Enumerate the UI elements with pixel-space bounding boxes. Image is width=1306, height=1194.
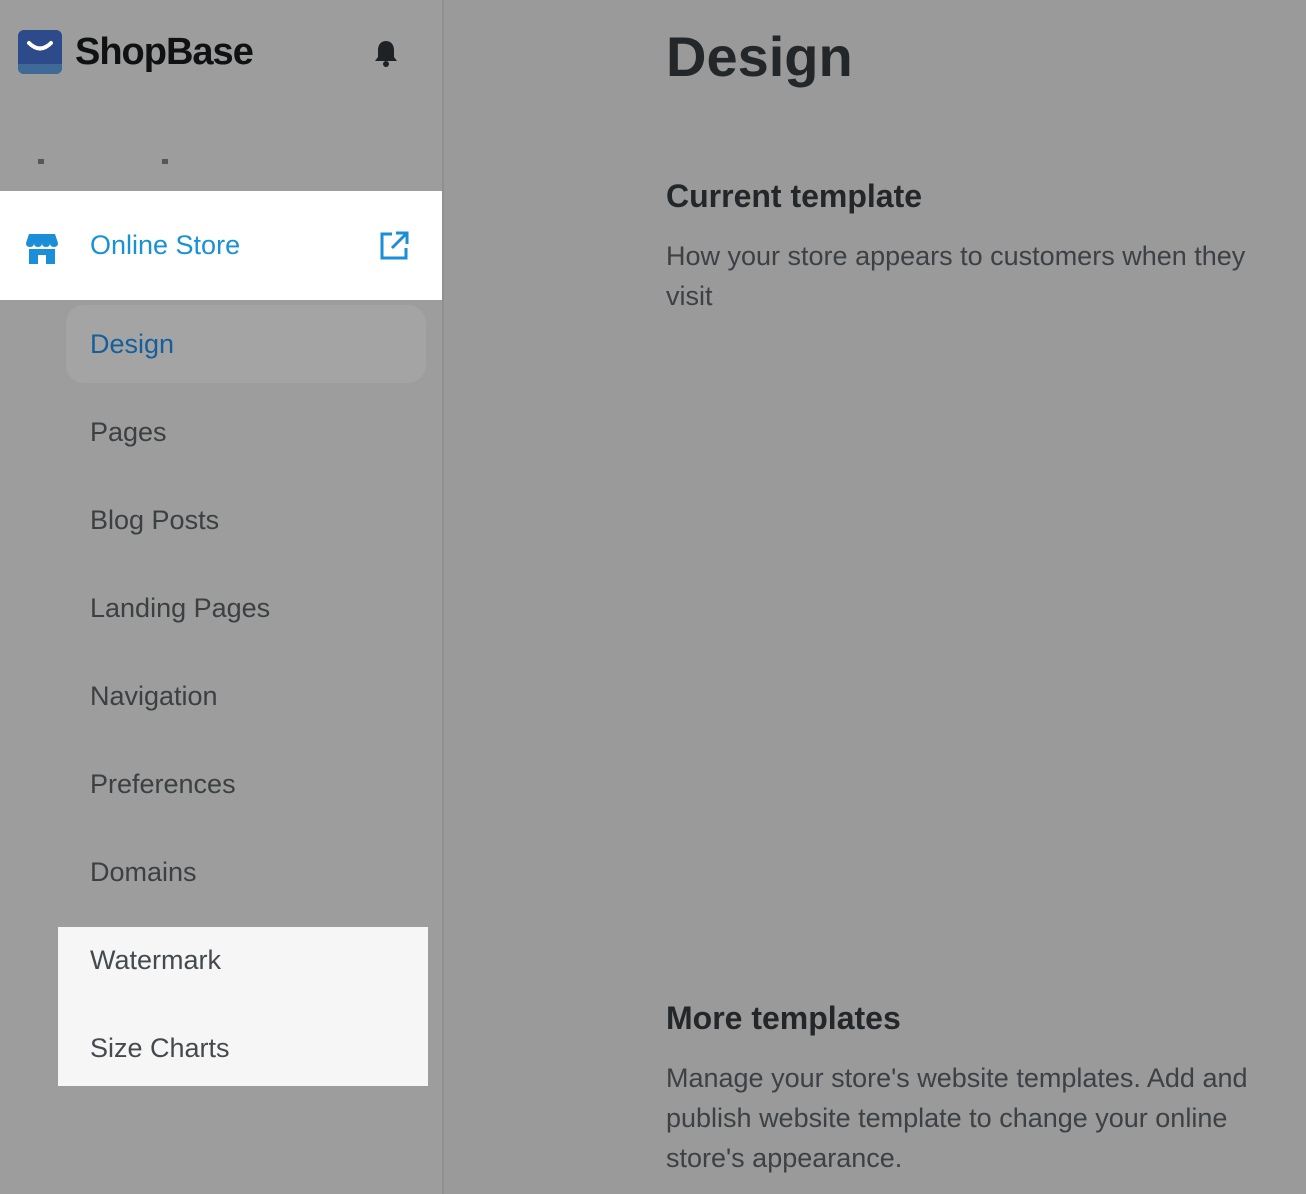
more-templates-heading: More templates: [666, 1000, 901, 1036]
current-template-description: How your store appears to customers when…: [666, 241, 1246, 311]
sidebar-item-watermark[interactable]: Watermark: [90, 942, 221, 978]
main-content: Design Current template How your store a…: [444, 0, 1306, 1194]
sidebar-item-landing-pages[interactable]: Landing Pages: [90, 590, 270, 626]
sidebar: ShopBase Online Store Design Pages Blog …: [0, 0, 444, 1194]
current-template-heading: Current template: [666, 178, 923, 214]
brand-name: ShopBase: [75, 30, 254, 73]
page-title: Design: [666, 25, 853, 88]
sidebar-item-pages[interactable]: Pages: [90, 414, 167, 450]
sidebar-item-online-store[interactable]: Online Store: [0, 200, 426, 296]
scrolled-nav-item: [32, 150, 192, 164]
sidebar-item-size-charts[interactable]: Size Charts: [90, 1030, 230, 1066]
store-icon: [25, 232, 59, 264]
external-link-icon[interactable]: [378, 230, 410, 262]
bell-icon[interactable]: [372, 38, 400, 68]
online-store-label: Online Store: [90, 230, 241, 260]
sidebar-item-domains[interactable]: Domains: [90, 854, 197, 890]
brand[interactable]: ShopBase: [18, 30, 254, 74]
shopbase-logo-icon: [18, 30, 62, 74]
sidebar-item-navigation[interactable]: Navigation: [90, 678, 218, 714]
more-templates-description: Manage your store's website templates. A…: [666, 1063, 1248, 1173]
sidebar-item-preferences[interactable]: Preferences: [90, 766, 236, 802]
sidebar-item-design[interactable]: Design: [90, 326, 174, 362]
sidebar-item-blog-posts[interactable]: Blog Posts: [90, 502, 219, 538]
